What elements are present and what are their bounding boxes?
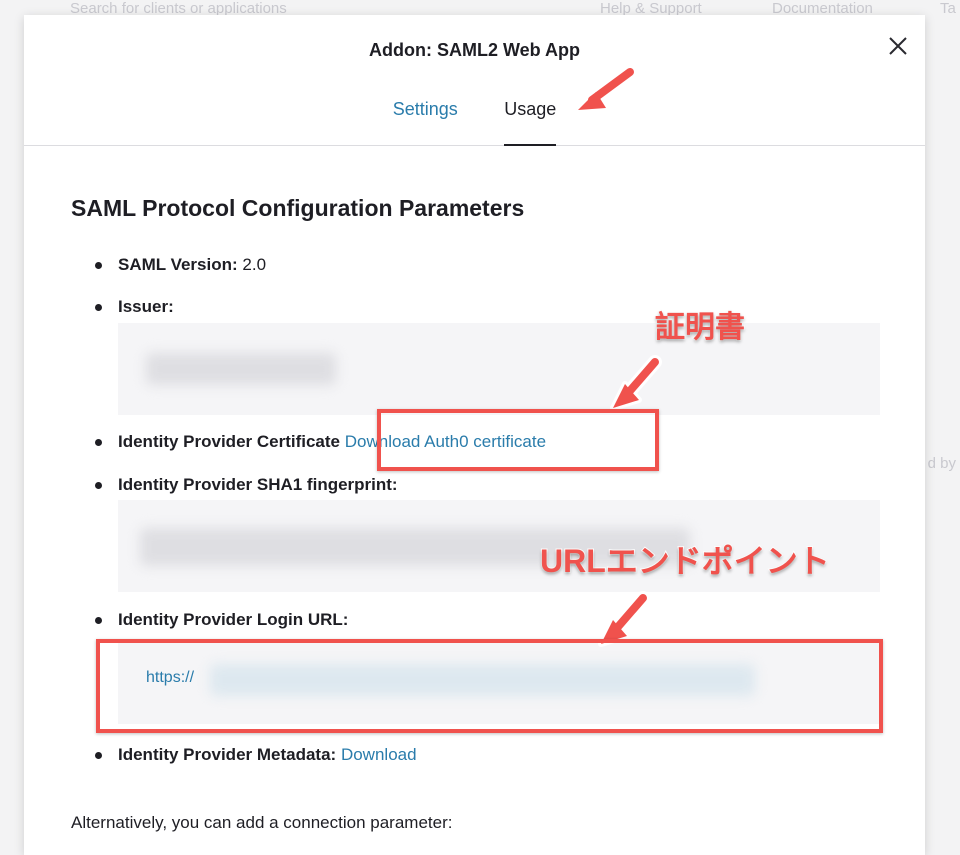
- usage-content: SAML Protocol Configuration Parameters S…: [71, 195, 881, 832]
- saml-version-label: SAML Version:: [118, 255, 238, 274]
- certificate-annotation-label: 証明書: [654, 310, 746, 345]
- metadata-label: Identity Provider Metadata:: [118, 745, 337, 764]
- arrow-certificate-icon: [610, 355, 662, 411]
- close-icon[interactable]: [883, 31, 913, 61]
- background-edge-text: Ta: [940, 0, 956, 17]
- bullet-icon: [95, 262, 102, 269]
- bullet-icon: [95, 482, 102, 489]
- issuer-label: Issuer:: [118, 297, 174, 316]
- redacted-issuer: [146, 353, 336, 385]
- fingerprint-label: Identity Provider SHA1 fingerprint:: [118, 475, 398, 494]
- saml-version-value: 2.0: [242, 255, 267, 274]
- alternative-text: Alternatively, you can add a connection …: [71, 813, 453, 832]
- login-url-highlight-box: [96, 639, 883, 733]
- download-metadata-link[interactable]: Download: [341, 745, 417, 764]
- bullet-icon: [95, 439, 102, 446]
- tab-usage[interactable]: Usage: [504, 99, 557, 146]
- arrow-usage-tab-icon: [575, 65, 637, 113]
- certificate-highlight-box: [377, 409, 659, 471]
- bullet-icon: [95, 304, 102, 311]
- certificate-label: Identity Provider Certificate: [118, 432, 341, 451]
- issuer-value-box: [118, 323, 880, 415]
- login-url-label: Identity Provider Login URL:: [118, 610, 349, 629]
- background-side-text: d by: [927, 455, 956, 472]
- url-annotation-label: URLエンドポイント: [539, 542, 831, 580]
- bullet-icon: [95, 752, 102, 759]
- tab-settings[interactable]: Settings: [393, 99, 458, 144]
- modal-title: Addon: SAML2 Web App: [369, 40, 580, 60]
- bullet-icon: [95, 617, 102, 624]
- modal-header: Addon: SAML2 Web App Settings Usage: [24, 15, 925, 146]
- section-heading: SAML Protocol Configuration Parameters: [71, 195, 525, 221]
- modal-tabs: Settings Usage: [24, 99, 925, 146]
